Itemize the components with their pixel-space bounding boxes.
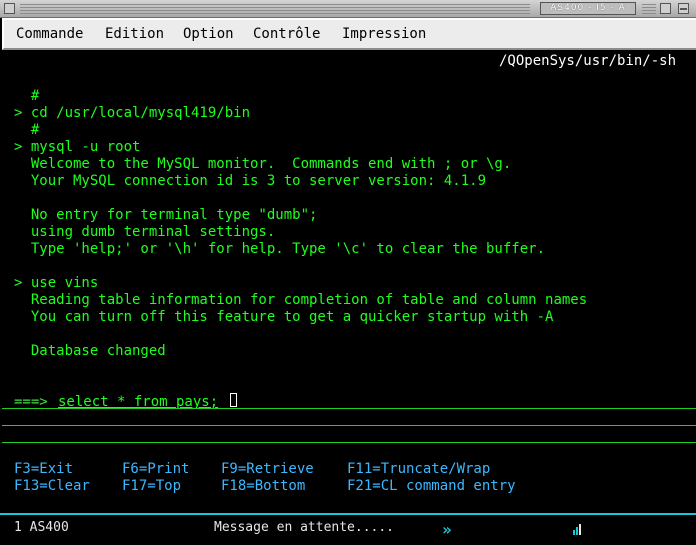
current-path: /QOpenSys/usr/bin/-sh xyxy=(499,53,677,69)
menu-commande[interactable]: Commande xyxy=(16,26,83,42)
fkey-f9-retrieve[interactable]: F9=Retrieve xyxy=(221,461,314,477)
terminal-line: Welcome to the MySQL monitor. Commands e… xyxy=(14,156,512,172)
terminal-line: > mysql -u root xyxy=(14,139,141,155)
session-indicator: 1 AS400 xyxy=(14,520,69,535)
fkey-f17-top[interactable]: F17=Top xyxy=(122,478,181,494)
signal-bars-icon xyxy=(573,524,581,535)
input-underline-2 xyxy=(2,425,696,426)
fkey-f6-print[interactable]: F6=Print xyxy=(122,461,189,477)
terminal-line: Your MySQL connection id is 3 to server … xyxy=(14,173,487,189)
menu-edition[interactable]: Edition xyxy=(105,26,164,42)
input-underline-1 xyxy=(2,408,696,409)
zoom-box-icon[interactable] xyxy=(660,3,671,14)
input-underline-3 xyxy=(2,442,696,443)
terminal-line: You can turn off this feature to get a q… xyxy=(14,309,554,325)
text-cursor xyxy=(230,393,237,407)
window-title-bar[interactable]: AS400 - I5 - A xyxy=(0,0,696,18)
menu-bar: Commande Edition Option Contrôle Impress… xyxy=(2,18,696,50)
terminal-line: Type 'help;' or '\h' for help. Type '\c'… xyxy=(14,241,546,257)
status-bar: 1 AS400 Message en attente..... » xyxy=(0,513,696,545)
terminal-line: No entry for terminal type "dumb"; xyxy=(14,207,318,223)
title-bar-stripes-right xyxy=(642,4,656,14)
fkey-f11-truncate-wrap[interactable]: F11=Truncate/Wrap xyxy=(347,461,490,477)
fkey-f18-bottom[interactable]: F18=Bottom xyxy=(221,478,305,494)
double-chevron-right-icon: » xyxy=(442,520,451,539)
fkey-f3-exit[interactable]: F3=Exit xyxy=(14,461,73,477)
close-box-icon[interactable] xyxy=(4,3,15,14)
fkey-f21-cl-command-entry[interactable]: F21=CL command entry xyxy=(347,478,516,494)
terminal-screen[interactable]: /QOpenSys/usr/bin/-sh # > cd /usr/local/… xyxy=(2,50,696,513)
terminal-line: > use vins xyxy=(14,275,99,291)
fkey-f13-clear[interactable]: F13=Clear xyxy=(14,478,90,494)
terminal-line: Database changed xyxy=(14,343,166,359)
window-title: AS400 - I5 - A xyxy=(540,2,636,15)
menu-impression[interactable]: Impression xyxy=(342,26,426,42)
menu-controle[interactable]: Contrôle xyxy=(253,26,320,42)
status-message: Message en attente..... xyxy=(214,520,395,535)
terminal-line: # xyxy=(14,122,40,138)
collapse-box-icon[interactable] xyxy=(678,3,689,14)
menu-option[interactable]: Option xyxy=(183,26,234,42)
terminal-line: Reading table information for completion… xyxy=(14,292,588,308)
terminal-line: > cd /usr/local/mysql419/bin xyxy=(14,105,251,121)
title-bar-stripes xyxy=(20,4,530,14)
terminal-line: using dumb terminal settings. xyxy=(14,224,276,240)
terminal-line: # xyxy=(14,88,40,104)
